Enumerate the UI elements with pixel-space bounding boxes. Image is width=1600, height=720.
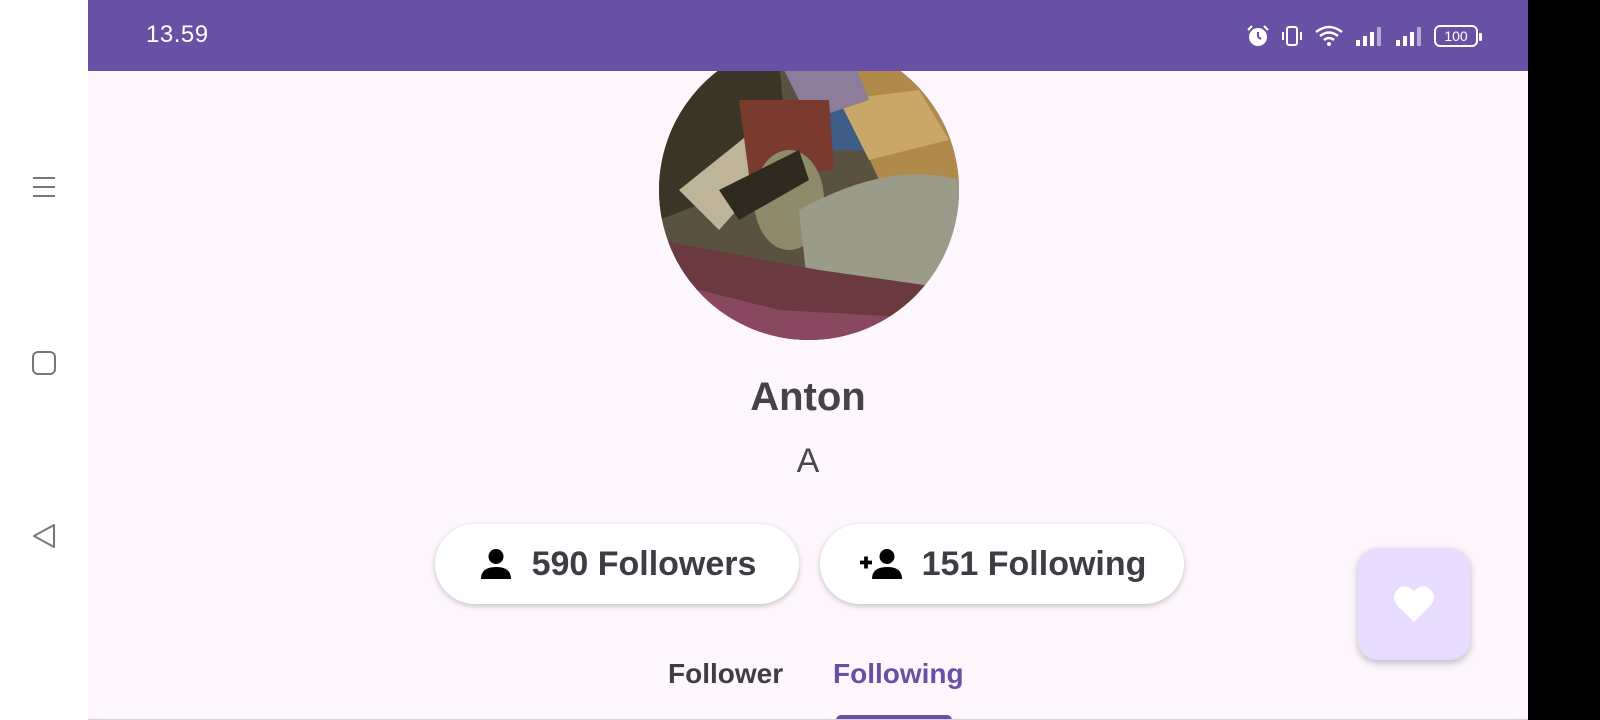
home-button[interactable] [24, 343, 64, 383]
profile-username: A [796, 442, 820, 480]
following-count-button[interactable]: 151 Following [820, 524, 1184, 604]
heart-icon [1394, 586, 1434, 623]
system-navigation-bar [0, 0, 88, 720]
screen-edge-black [1528, 0, 1600, 720]
profile-avatar[interactable] [659, 40, 959, 340]
status-icons: 100 [1246, 22, 1482, 50]
followers-count-label: 590 Followers [531, 544, 757, 583]
signal-icon-2 [1394, 24, 1424, 48]
status-bar: 13.59 100 [88, 0, 1528, 71]
profile-name: Anton [750, 375, 866, 419]
status-time: 13.59 [146, 21, 209, 48]
signal-icon [1354, 24, 1384, 48]
person-add-icon [859, 549, 902, 579]
menu-icon [33, 177, 55, 197]
back-button[interactable] [24, 516, 64, 556]
wifi-icon [1314, 24, 1344, 48]
followers-count-button[interactable]: 590 Followers [435, 524, 799, 604]
person-icon [480, 549, 511, 579]
following-count-label: 151 Following [921, 544, 1147, 583]
tab-follower[interactable]: Follower [668, 658, 783, 690]
screen: 13.59 100 Anton A 590 Followers 151 Foll… [0, 0, 1600, 720]
favorite-fab-button[interactable] [1358, 548, 1470, 660]
alarm-icon [1246, 24, 1270, 48]
home-square-icon [32, 351, 56, 375]
avatar-painting-image [659, 40, 959, 340]
vibrate-icon [1280, 24, 1304, 48]
menu-button[interactable] [24, 167, 64, 207]
follow-tabs: Follower Following [88, 640, 1528, 720]
app-window: 13.59 100 Anton A 590 Followers 151 Foll… [88, 0, 1528, 720]
tab-following[interactable]: Following [833, 658, 964, 690]
battery-icon: 100 [1434, 25, 1482, 47]
back-triangle-icon [33, 524, 55, 548]
